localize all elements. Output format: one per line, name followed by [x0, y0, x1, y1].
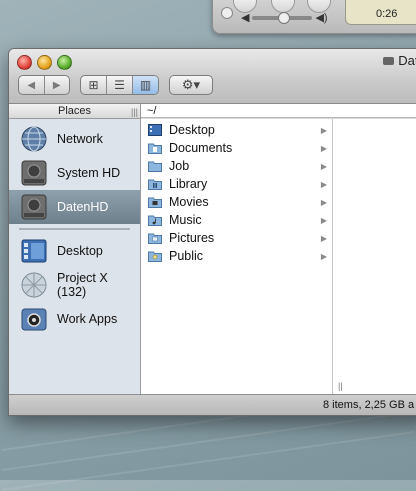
sidebar-header: Places ||| — [9, 104, 140, 119]
file-name: Job — [169, 159, 190, 173]
music-folder-icon — [148, 215, 162, 226]
list-item-music[interactable]: Music ▶ — [141, 211, 332, 229]
hard-drive-icon — [21, 160, 47, 186]
file-name: Pictures — [169, 231, 215, 245]
sidebar-item-system-hd[interactable]: System HD — [9, 156, 140, 190]
volume-high-icon: ◀) — [315, 12, 328, 24]
list-item-desktop[interactable]: Desktop ▶ — [141, 121, 332, 139]
column-resize-handle[interactable]: || — [338, 381, 343, 391]
sidebar-item-label: DatenHD — [57, 200, 109, 214]
file-name: Library — [169, 177, 208, 191]
view-mode-control: ⊞ ☰ ▥ — [80, 75, 159, 95]
network-globe-icon — [21, 126, 47, 152]
player-display: 0:26 — [345, 0, 416, 25]
back-button[interactable]: ◀ — [19, 80, 44, 91]
sidebar-item-project-x[interactable]: Project X (132) — [9, 268, 140, 302]
sidebar-item-label: Work Apps — [57, 312, 118, 326]
hard-drive-icon — [383, 56, 395, 65]
list-item-documents[interactable]: Documents ▶ — [141, 139, 332, 157]
empty-column — [333, 119, 416, 395]
action-menu-button[interactable]: ⚙▾ — [169, 75, 213, 95]
status-bar: 8 items, 2,25 GB a — [9, 394, 416, 415]
status-text: 8 items, 2,25 GB a — [323, 399, 415, 411]
movies-folder-icon — [148, 197, 162, 208]
player-time: 0:26 — [376, 8, 398, 20]
title-bar: Daten ◀ ▶ ⊞ ☰ ▥ ⚙▾ — [9, 49, 416, 104]
list-item-library[interactable]: Library ▶ — [141, 175, 332, 193]
close-button[interactable] — [17, 55, 32, 70]
sidebar-item-network[interactable]: Network — [9, 122, 140, 156]
volume-control: ◀ ◀) — [241, 11, 328, 24]
column-view-button[interactable]: ▥ — [133, 76, 158, 94]
disclosure-arrow-icon: ▶ — [320, 215, 327, 225]
file-name: Public — [169, 249, 204, 263]
stop-dot[interactable] — [221, 7, 233, 19]
desktop-icon — [21, 239, 47, 263]
sidebar-item-datenhd[interactable]: DatenHD — [9, 190, 140, 224]
zoom-button[interactable] — [57, 55, 72, 70]
sidebar-resize-grip[interactable]: ||| — [131, 105, 138, 119]
disclosure-arrow-icon: ▶ — [320, 161, 327, 171]
volume-slider[interactable] — [252, 11, 313, 24]
pictures-folder-icon — [148, 233, 162, 244]
sidebar-item-label: Network — [57, 132, 103, 146]
folder-icon — [148, 161, 162, 172]
file-name: Music — [169, 213, 202, 227]
applications-folder-icon — [21, 308, 47, 331]
sidebar-item-work-apps[interactable]: Work Apps — [9, 302, 140, 336]
icon-view-button[interactable]: ⊞ — [81, 76, 107, 94]
disclosure-arrow-icon: ▶ — [320, 125, 327, 135]
sidebar-divider — [19, 228, 130, 230]
public-folder-icon — [148, 251, 162, 262]
sidebar-item-label: Desktop — [57, 244, 103, 258]
documents-folder-icon — [148, 143, 162, 154]
file-column: Desktop ▶ Documents ▶ Job ▶ Library ▶ Mo… — [141, 119, 333, 395]
list-item-job[interactable]: Job ▶ — [141, 157, 332, 175]
path-bar: ~/ — [141, 104, 416, 118]
minimize-button[interactable] — [37, 55, 52, 70]
finder-window: Daten ◀ ▶ ⊞ ☰ ▥ ⚙▾ Places ||| — [8, 48, 416, 416]
back-forward-control: ◀ ▶ — [18, 75, 70, 95]
desktop-folder-icon — [148, 124, 162, 136]
sidebar-item-label: System HD — [57, 166, 121, 180]
disclosure-arrow-icon: ▶ — [320, 179, 327, 189]
sidebar: Places ||| Network System HD DatenHD Des… — [9, 104, 141, 395]
volume-thumb[interactable] — [278, 11, 291, 24]
volume-low-icon: ◀ — [241, 12, 250, 24]
list-view-button[interactable]: ☰ — [107, 76, 133, 94]
sidebar-item-label: Project X (132) — [57, 271, 108, 299]
disclosure-arrow-icon: ▶ — [320, 197, 327, 207]
file-name: Desktop — [169, 123, 215, 137]
burn-folder-icon — [21, 272, 47, 298]
library-folder-icon — [148, 179, 162, 190]
disclosure-arrow-icon: ▶ — [320, 233, 327, 243]
list-item-movies[interactable]: Movies ▶ — [141, 193, 332, 211]
sidebar-header-label: Places — [57, 105, 92, 117]
list-item-pictures[interactable]: Pictures ▶ — [141, 229, 332, 247]
forward-button[interactable]: ▶ — [45, 80, 70, 91]
mini-player: ◀ ◀) 0:26 — [212, 0, 416, 34]
file-name: Movies — [169, 195, 209, 209]
sidebar-item-desktop[interactable]: Desktop — [9, 234, 140, 268]
list-item-public[interactable]: Public ▶ — [141, 247, 332, 265]
disclosure-arrow-icon: ▶ — [320, 143, 327, 153]
window-title-text: Daten — [398, 53, 416, 68]
hard-drive-icon — [21, 194, 47, 220]
window-title: Daten — [383, 53, 416, 68]
disclosure-arrow-icon: ▶ — [320, 251, 327, 261]
file-name: Documents — [169, 141, 233, 155]
